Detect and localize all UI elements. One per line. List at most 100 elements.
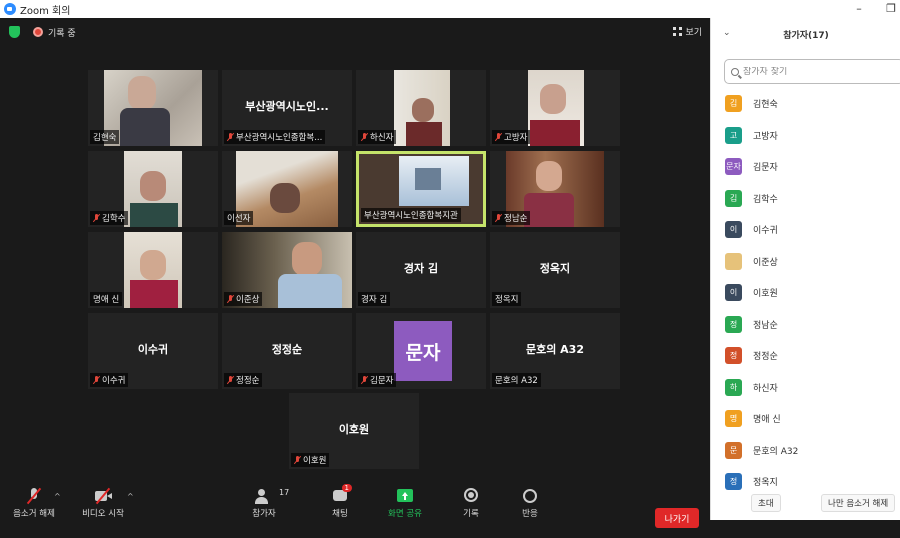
participant-body	[278, 274, 342, 308]
video-tile[interactable]: 명애 신	[88, 232, 218, 308]
tile-nameplate: 김학수	[90, 211, 129, 225]
tile-nameplate: 부산광역시노인종합복지관	[361, 208, 461, 222]
video-tile[interactable]: 이호원 이호원	[289, 393, 419, 469]
participants-button[interactable]: 17 참가자	[244, 488, 289, 519]
shield-icon[interactable]	[9, 26, 20, 38]
video-tile-active-speaker[interactable]: 부산광역시노인종합복지관	[356, 151, 486, 227]
tile-nameplate: 김현숙	[90, 130, 120, 144]
participant-avatar: 이	[725, 284, 742, 302]
participant-face	[140, 250, 166, 280]
video-tile[interactable]: 정정순 정정순	[222, 313, 352, 389]
participant-list: 김 김현숙 고 고방자 문자 김문자 김 김학수 이 이수귀 이준상 이 이호원 정 정남순 정 정정순 하 하신자…	[711, 88, 900, 498]
participant-body	[130, 280, 178, 308]
participant-row[interactable]: 문자 김문자	[711, 151, 900, 183]
recording-label[interactable]: 기록 중	[48, 26, 76, 39]
participant-row[interactable]: 김 김현숙	[711, 88, 900, 120]
video-options-chevron-icon[interactable]: ^	[127, 492, 134, 501]
participant-name: 김현숙	[753, 100, 778, 111]
reactions-icon	[520, 488, 540, 504]
meeting-top-bar: 기록 중 보기	[0, 18, 710, 46]
participant-name: 김문자	[753, 163, 778, 174]
reactions-button[interactable]: 반응	[514, 488, 546, 519]
participant-face	[536, 161, 562, 191]
search-input[interactable]	[743, 66, 893, 77]
participant-face	[140, 171, 166, 201]
unmute-button[interactable]: 음소거 해제	[8, 487, 60, 519]
window-title: Zoom 회의	[20, 5, 71, 17]
participant-face	[128, 76, 156, 110]
maximize-button[interactable]: ❐	[884, 2, 898, 15]
participant-face	[540, 84, 566, 114]
leave-button[interactable]: 나가기	[655, 508, 699, 528]
start-video-button[interactable]: 비디오 시작	[76, 487, 130, 519]
search-icon	[731, 67, 739, 76]
participant-name: 정옥지	[753, 478, 778, 489]
video-tile[interactable]: 문호의 A32 문호의 A32	[490, 313, 620, 389]
chat-badge: 1	[341, 484, 352, 492]
minimize-button[interactable]: –	[852, 2, 866, 15]
video-tile[interactable]: 이수귀 이수귀	[88, 313, 218, 389]
participant-name: 김학수	[753, 194, 778, 205]
unmute-me-button[interactable]: 나만 음소거 해제	[821, 494, 896, 512]
video-tile[interactable]: 경자 김 경자 김	[356, 232, 486, 308]
tile-name-large: 이호원	[338, 423, 370, 436]
video-tile[interactable]: 하신자	[356, 70, 486, 146]
tile-nameplate: 이선자	[224, 211, 254, 225]
participant-row[interactable]: 이 이수귀	[711, 214, 900, 246]
mic-off-icon	[227, 133, 234, 141]
tile-nameplate: 이수귀	[90, 373, 129, 387]
tile-nameplate: 부산광역시노인종합복...	[224, 130, 326, 144]
tile-nameplate: 경자 김	[358, 292, 391, 306]
participants-icon: 17	[254, 488, 289, 504]
mic-off-icon	[361, 376, 368, 384]
participant-body	[524, 193, 574, 227]
tile-nameplate: 김문자	[358, 373, 397, 387]
record-button[interactable]: 기록	[455, 488, 487, 519]
view-label: 보기	[685, 28, 702, 38]
share-screen-button[interactable]: 화면 공유	[383, 488, 427, 519]
participant-row[interactable]: 정 정정순	[711, 340, 900, 372]
video-tile[interactable]: 고방자	[490, 70, 620, 146]
video-tile[interactable]: 정남순	[490, 151, 620, 227]
video-tile[interactable]: 김현숙	[88, 70, 218, 146]
participant-search[interactable]	[724, 59, 900, 84]
participant-avatar: 정	[725, 473, 742, 491]
participant-row[interactable]: 문 문호의 A32	[711, 435, 900, 467]
participant-avatar: 정	[725, 315, 742, 333]
tile-nameplate: 문호의 A32	[492, 373, 541, 387]
participant-avatar: 명	[725, 410, 742, 428]
meeting-toolbar: 음소거 해제 ^ 비디오 시작 ^ 17 참가자 1 채팅 화면 공유 기록 반…	[0, 480, 710, 538]
participant-name: 명애 신	[753, 415, 781, 426]
participant-row[interactable]: 명 명애 신	[711, 403, 900, 435]
video-tile[interactable]: 이준상	[222, 232, 352, 308]
video-tile[interactable]: 정옥지 정옥지	[490, 232, 620, 308]
tile-name-large: 부산광역시노인...	[245, 100, 329, 113]
participant-face	[292, 242, 322, 276]
participant-avatar	[725, 252, 742, 270]
participant-row[interactable]: 이 이호원	[711, 277, 900, 309]
participants-count: 17	[279, 488, 290, 497]
video-tile[interactable]: 이선자	[222, 151, 352, 227]
chat-button[interactable]: 1 채팅	[324, 484, 356, 519]
participant-name: 문호의 A32	[753, 446, 799, 457]
participant-avatar: 김	[725, 189, 742, 207]
participant-row[interactable]: 정 정남순	[711, 309, 900, 341]
participant-avatar: 문자	[725, 158, 742, 176]
participant-name: 하신자	[753, 383, 778, 394]
invite-button[interactable]: 초대	[751, 494, 781, 512]
mic-off-icon	[361, 133, 368, 141]
view-button[interactable]: 보기	[673, 25, 702, 38]
video-tile[interactable]: 부산광역시노인... 부산광역시노인종합복...	[222, 70, 352, 146]
video-tile[interactable]: 문자 김문자	[356, 313, 486, 389]
participant-row[interactable]: 이준상	[711, 246, 900, 278]
recording-icon	[33, 27, 43, 37]
tile-nameplate: 이호원	[291, 453, 330, 467]
tile-nameplate: 고방자	[492, 130, 531, 144]
video-tile[interactable]: 김학수	[88, 151, 218, 227]
participant-row[interactable]: 하 하신자	[711, 372, 900, 404]
participant-row[interactable]: 고 고방자	[711, 120, 900, 152]
tile-nameplate: 정정순	[224, 373, 263, 387]
audio-options-chevron-icon[interactable]: ^	[54, 492, 61, 501]
participant-avatar: 이	[725, 221, 742, 239]
participant-row[interactable]: 김 김학수	[711, 183, 900, 215]
